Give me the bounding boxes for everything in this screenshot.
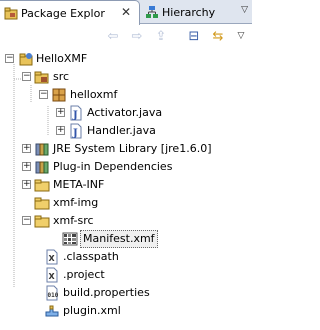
tab-hierarchy-label: Hierarchy bbox=[162, 5, 216, 19]
up-icon[interactable]: ⇪ bbox=[153, 28, 169, 44]
view-menu-icon[interactable]: ▽ bbox=[241, 5, 248, 15]
package-explorer-icon bbox=[4, 7, 18, 20]
tree-item-label: HelloXMF bbox=[36, 52, 88, 65]
java-file-icon: J bbox=[70, 123, 82, 139]
tree-item-label: xmf-img bbox=[53, 196, 99, 209]
tree-item-label: Handler.java bbox=[87, 124, 156, 137]
tree-item-helloxmf[interactable]: − HelloXMF bbox=[0, 50, 252, 68]
tab-package-explorer[interactable]: Package Explor ✕ bbox=[0, 0, 140, 25]
toolbar-menu-icon[interactable]: ▽ bbox=[233, 28, 249, 44]
back-icon[interactable]: ⇦ bbox=[105, 28, 121, 44]
tree-item-label: Manifest.xmf bbox=[80, 230, 158, 248]
svg-text:010: 010 bbox=[48, 292, 59, 299]
expand-toggle-icon[interactable]: + bbox=[56, 126, 65, 135]
collapse-toggle-icon[interactable]: − bbox=[22, 72, 31, 81]
x-file-icon: X bbox=[46, 267, 58, 283]
tree-item-label: Plug-in Dependencies bbox=[53, 160, 173, 173]
tree-item-xmf-src[interactable]: − xmf-src bbox=[0, 212, 252, 230]
svg-text:X: X bbox=[49, 254, 56, 263]
tree-item-label: xmf-src bbox=[53, 214, 94, 227]
tree-item-helloxmf-package[interactable]: − helloxmf bbox=[0, 86, 252, 104]
tree-item-meta-inf[interactable]: + META-INF bbox=[0, 176, 252, 194]
close-icon[interactable]: ✕ bbox=[121, 5, 131, 19]
tree-item-activator-java[interactable]: + J Activator.java bbox=[0, 104, 252, 122]
properties-file-icon: 010 bbox=[46, 285, 59, 301]
xmf-file-icon bbox=[62, 232, 78, 246]
tree-item-src[interactable]: − src bbox=[0, 68, 252, 86]
plugin-xml-icon bbox=[45, 305, 59, 317]
hierarchy-icon bbox=[146, 6, 158, 18]
tree-item-label: .project bbox=[63, 268, 105, 281]
package-icon bbox=[52, 88, 66, 102]
collapse-toggle-icon[interactable]: − bbox=[5, 54, 14, 63]
tree-item-jre-system-library[interactable]: + JRE System Library [jre1.6.0] bbox=[0, 140, 252, 158]
tab-package-explorer-label: Package Explor bbox=[21, 6, 105, 20]
tree-item-label: build.properties bbox=[63, 286, 150, 299]
tree-item-plugin-xml[interactable]: plugin.xml bbox=[0, 302, 252, 320]
expand-toggle-icon[interactable]: + bbox=[22, 162, 31, 171]
tree-item-label: .classpath bbox=[63, 250, 119, 263]
tree-item-label: META-INF bbox=[53, 178, 105, 191]
tree-item-label: src bbox=[53, 70, 70, 83]
expand-toggle-icon[interactable]: + bbox=[56, 108, 65, 117]
forward-icon[interactable]: ⇨ bbox=[129, 28, 145, 44]
java-file-icon: J bbox=[70, 105, 82, 121]
tree-item-label: plugin.xml bbox=[63, 304, 121, 317]
collapse-toggle-icon[interactable]: − bbox=[39, 90, 48, 99]
library-icon bbox=[35, 143, 49, 156]
view-tab-bar: Package Explor ✕ Hierarchy ▽ bbox=[0, 0, 252, 25]
expand-toggle-icon[interactable]: + bbox=[22, 180, 31, 189]
project-tree: − HelloXMF − src − helloxmf + J Activato… bbox=[0, 50, 252, 330]
svg-text:J: J bbox=[72, 110, 78, 121]
folder-icon bbox=[34, 179, 50, 192]
svg-text:J: J bbox=[72, 128, 78, 139]
folder-icon bbox=[34, 215, 50, 228]
plugin-project-icon bbox=[19, 53, 33, 66]
tree-item-label: JRE System Library [jre1.6.0] bbox=[53, 142, 212, 155]
source-folder-icon bbox=[34, 71, 49, 84]
collapse-toggle-icon[interactable]: − bbox=[22, 216, 31, 225]
tab-hierarchy[interactable]: Hierarchy bbox=[141, 0, 233, 24]
tree-item-handler-java[interactable]: + J Handler.java bbox=[0, 122, 252, 140]
x-file-icon: X bbox=[46, 249, 58, 265]
view-toolbar: ⇦ ⇨ ⇪ ⊟ ⇆ ▽ bbox=[0, 25, 252, 47]
tree-item-build-properties[interactable]: 010 build.properties bbox=[0, 284, 252, 302]
tree-item-label: helloxmf bbox=[70, 88, 118, 101]
library-icon bbox=[35, 161, 49, 174]
collapse-all-icon[interactable]: ⊟ bbox=[186, 28, 202, 44]
svg-text:X: X bbox=[49, 272, 56, 281]
expand-toggle-icon[interactable]: + bbox=[22, 144, 31, 153]
folder-icon bbox=[34, 197, 50, 210]
tree-item-project[interactable]: X .project bbox=[0, 266, 252, 284]
tree-item-label: Activator.java bbox=[87, 106, 163, 119]
tree-item-manifest-xmf[interactable]: Manifest.xmf bbox=[0, 230, 252, 248]
tree-item-plugin-dependencies[interactable]: + Plug-in Dependencies bbox=[0, 158, 252, 176]
tree-item-classpath[interactable]: X .classpath bbox=[0, 248, 252, 266]
link-with-editor-icon[interactable]: ⇆ bbox=[210, 28, 226, 44]
tree-item-xmf-img[interactable]: xmf-img bbox=[0, 194, 252, 212]
